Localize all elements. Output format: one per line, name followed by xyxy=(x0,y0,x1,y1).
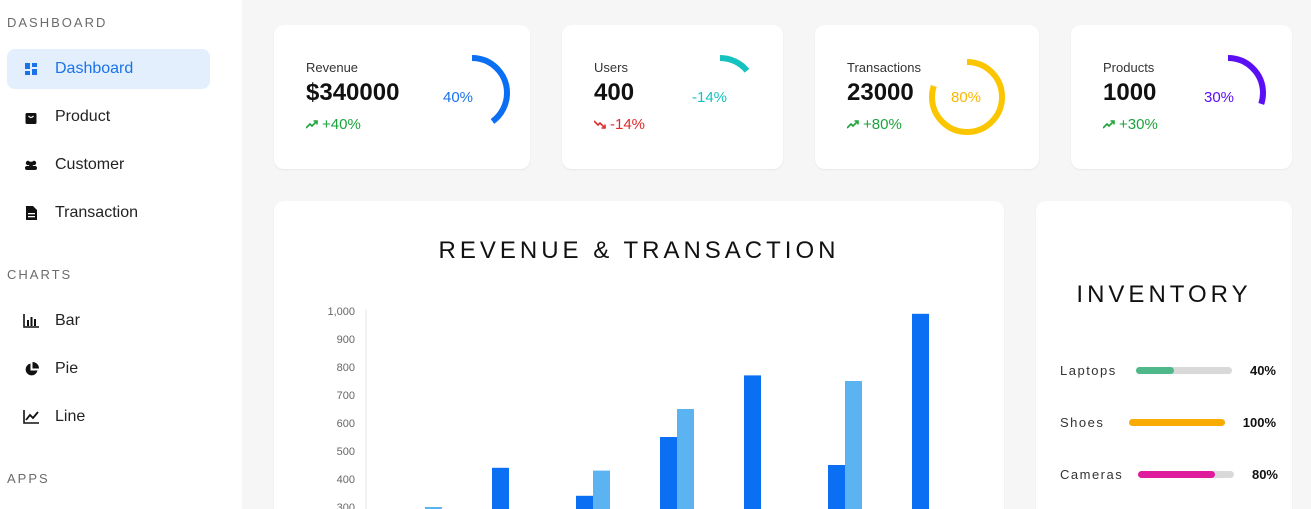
document-icon xyxy=(23,205,39,221)
revenue-transaction-bar-chart: 1,000 900 800 700 600 500 400 300 xyxy=(327,306,929,509)
sidebar-item-bar[interactable]: Bar xyxy=(7,301,210,341)
trending-up-icon xyxy=(305,116,318,133)
y-tick-label: 300 xyxy=(337,502,355,509)
stat-change-value: +40% xyxy=(322,116,361,133)
sidebar-item-line[interactable]: Line xyxy=(7,397,210,437)
stat-percent: 30% xyxy=(1204,89,1235,106)
stat-percent: 80% xyxy=(951,89,982,106)
inventory-progress-fill xyxy=(1136,367,1175,374)
inventory-progress-track xyxy=(1138,471,1234,478)
chart-bar[interactable] xyxy=(492,467,509,509)
inventory-percent: 40% xyxy=(1249,363,1276,378)
chart-bar[interactable] xyxy=(677,409,694,509)
inventory-card: INVENTORY Laptops 40% Shoes 100% Cameras… xyxy=(1036,201,1292,509)
stat-label: Products xyxy=(1103,60,1155,75)
section-label-charts: CHARTS xyxy=(7,267,73,282)
y-tick-label: 500 xyxy=(337,446,355,458)
inventory-progress-fill xyxy=(1129,419,1225,426)
stat-change-value: -14% xyxy=(610,116,646,133)
inventory-item-cameras: Cameras 80% xyxy=(1036,465,1292,485)
sidebar-item-product[interactable]: Product xyxy=(7,97,210,137)
dashboard-grid-icon xyxy=(23,61,39,77)
y-tick-label: 700 xyxy=(337,390,355,402)
sidebar-item-transaction[interactable]: Transaction xyxy=(7,193,210,233)
bar-chart-icon xyxy=(23,313,39,329)
y-tick-label: 800 xyxy=(337,362,355,374)
stat-card-revenue: Revenue $340000 +40% 40% xyxy=(274,25,530,169)
stat-change-value: +30% xyxy=(1119,116,1158,133)
stat-card-products: Products 1000 +30% 30% xyxy=(1071,25,1292,169)
sidebar-item-pie[interactable]: Pie xyxy=(7,349,210,389)
chart-bar[interactable] xyxy=(912,313,929,509)
chart-bar[interactable] xyxy=(593,470,610,509)
trending-up-icon xyxy=(846,116,859,133)
line-chart-icon xyxy=(23,409,39,425)
y-tick-label: 400 xyxy=(337,474,355,486)
people-icon xyxy=(23,157,39,173)
chart-bar[interactable] xyxy=(576,495,593,509)
stat-label: Transactions xyxy=(847,60,921,75)
stat-label: Users xyxy=(594,60,628,75)
inventory-item-shoes: Shoes 100% xyxy=(1036,413,1292,433)
inventory-percent: 100% xyxy=(1242,415,1276,430)
section-label-apps: APPS xyxy=(7,471,50,486)
sidebar-item-label: Transaction xyxy=(55,204,138,221)
chart-bar[interactable] xyxy=(744,375,761,509)
trending-up-icon xyxy=(1102,116,1115,133)
inventory-progress-track xyxy=(1136,367,1232,374)
y-tick-label: 600 xyxy=(337,418,355,430)
stat-label: Revenue xyxy=(306,60,359,75)
inventory-label: Shoes xyxy=(1060,415,1105,430)
stat-percent: -14% xyxy=(692,89,728,106)
sidebar-item-label: Bar xyxy=(55,312,80,329)
stat-change: +40% xyxy=(305,116,361,133)
stat-value: 1000 xyxy=(1103,79,1157,106)
shopping-bag-icon xyxy=(23,109,39,125)
pie-chart-icon xyxy=(23,361,39,377)
sidebar-item-label: Pie xyxy=(55,360,79,377)
stat-change: -14% xyxy=(593,116,646,133)
chart-bar[interactable] xyxy=(828,465,845,509)
trending-down-icon xyxy=(593,116,606,133)
y-tick-label: 1,000 xyxy=(327,306,355,318)
stat-value: 400 xyxy=(594,79,635,106)
chart-bar[interactable] xyxy=(660,437,677,509)
inventory-progress-fill xyxy=(1138,471,1215,478)
section-label-dashboard: DASHBOARD xyxy=(7,15,108,30)
inventory-label: Cameras xyxy=(1060,467,1124,482)
stat-value: 23000 xyxy=(847,79,914,106)
sidebar-item-label: Dashboard xyxy=(55,60,134,77)
stat-change: +30% xyxy=(1102,116,1158,133)
stat-value: $340000 xyxy=(306,79,400,106)
chart-bar[interactable] xyxy=(845,381,862,509)
sidebar: DASHBOARD Dashboard Product Customer Tra… xyxy=(0,0,242,509)
inventory-label: Laptops xyxy=(1060,363,1117,378)
sidebar-item-label: Line xyxy=(55,408,86,425)
stat-percent: 40% xyxy=(443,89,474,106)
sidebar-item-customer[interactable]: Customer xyxy=(7,145,210,185)
inventory-title: INVENTORY xyxy=(1076,281,1252,308)
stat-change: +80% xyxy=(846,116,902,133)
inventory-progress-track xyxy=(1129,419,1225,426)
stat-card-users: Users 400 -14% -14% xyxy=(562,25,783,169)
inventory-percent: 80% xyxy=(1251,467,1278,482)
revenue-chart-card: REVENUE & TRANSACTION 1,000 900 800 700 600 5… xyxy=(274,201,1004,509)
sidebar-item-dashboard[interactable]: Dashboard xyxy=(7,49,210,89)
stat-card-transactions: Transactions 23000 +80% 80% xyxy=(815,25,1039,169)
stat-change-value: +80% xyxy=(863,116,902,133)
sidebar-item-label: Product xyxy=(55,108,111,125)
inventory-item-laptops: Laptops 40% xyxy=(1036,361,1292,381)
sidebar-item-label: Customer xyxy=(55,156,125,173)
y-tick-label: 900 xyxy=(337,334,355,346)
